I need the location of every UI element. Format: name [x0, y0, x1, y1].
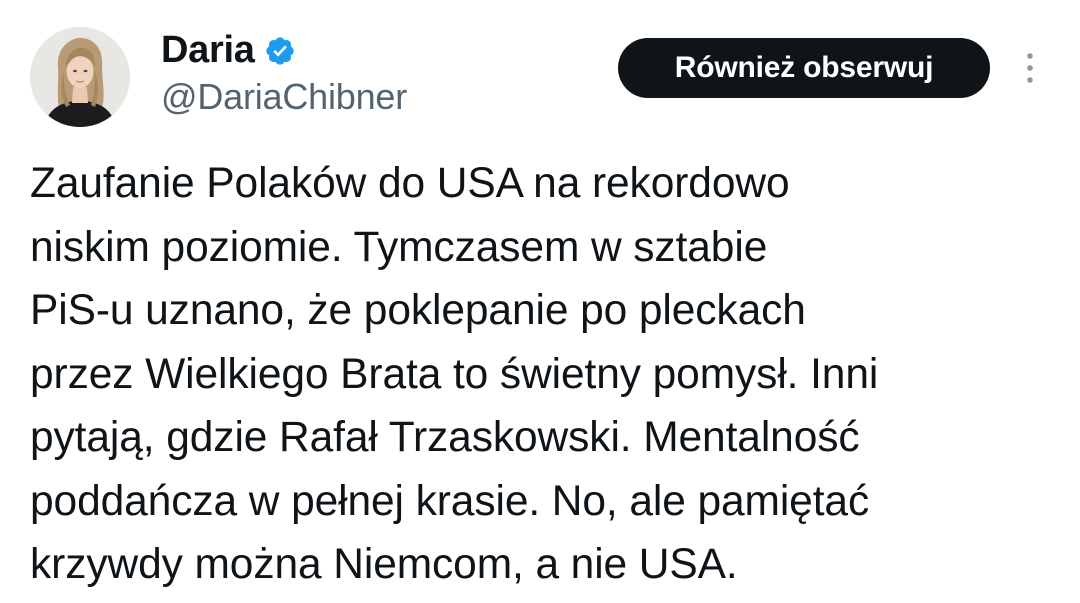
tweet-card: Daria @DariaChibner Również obserwuj Zau…	[0, 0, 1080, 603]
more-options-button[interactable]	[1015, 45, 1045, 91]
avatar-photo-icon	[30, 27, 130, 127]
tweet-text-line: PiS-u uznano, że poklepanie po pleckach	[30, 287, 806, 334]
tweet-text-line: pytają, gdzie Rafał Trzaskowski. Mentaln…	[30, 414, 860, 461]
author-name-row[interactable]: Daria	[161, 27, 296, 73]
verified-badge-icon[interactable]	[264, 35, 296, 67]
follow-back-button[interactable]: Również obserwuj	[618, 38, 990, 98]
author-handle[interactable]: @DariaChibner	[161, 74, 407, 120]
tweet-text-line: niskim poziomie. Tymczasem w sztabie	[30, 223, 768, 271]
tweet-text: Zaufanie Polaków do USA na rekordowo nis…	[30, 152, 1060, 597]
more-vertical-icon	[1027, 53, 1033, 83]
tweet-text-line: krzywdy można Niemcom, a nie USA.	[30, 541, 738, 588]
author-display-name[interactable]: Daria	[161, 27, 255, 73]
tweet-text-line: poddańcza w pełnej krasie. No, ale pamię…	[30, 477, 870, 525]
tweet-text-line: przez Wielkiego Brata to świetny pomysł.…	[30, 350, 879, 398]
avatar[interactable]	[30, 27, 130, 127]
tweet-text-line: Zaufanie Polaków do USA na rekordowo	[30, 160, 790, 207]
